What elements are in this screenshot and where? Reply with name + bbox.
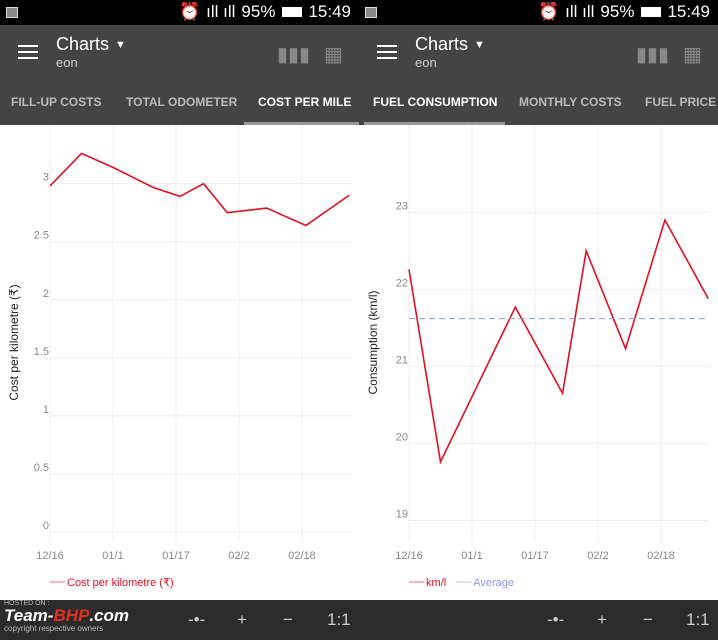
vehicle-name: eon bbox=[56, 55, 78, 70]
tab-cost-per-mile[interactable]: COST PER MILE bbox=[258, 95, 351, 109]
battery-text: 95% bbox=[241, 2, 276, 21]
y-tick-label: 0.5 bbox=[34, 462, 49, 474]
watermark: HOSTED ON : Team-BHP.com copyright respe… bbox=[4, 600, 129, 633]
y-tick-label: 1 bbox=[43, 404, 49, 416]
bar-chart-icon[interactable]: ▮▮▮ bbox=[636, 42, 669, 67]
x-tick-label: 02/18 bbox=[288, 550, 316, 562]
y-tick-label: 22 bbox=[396, 277, 408, 289]
alarm-icon: ⏰ bbox=[537, 2, 560, 21]
y-axis-label: Cost per kilometre (₹) bbox=[7, 284, 21, 400]
tab-bar: FILL-UP COSTS TOTAL ODOMETER COST PER MILE bbox=[0, 80, 359, 125]
y-tick-label: 2.5 bbox=[34, 230, 49, 242]
tab-bar: FUEL CONSUMPTION MONTHLY COSTS FUEL PRICE bbox=[359, 80, 718, 125]
series-line bbox=[408, 217, 709, 465]
menu-icon[interactable] bbox=[377, 45, 397, 59]
vehicle-name: eon bbox=[415, 55, 437, 70]
x-tick-label: 12/16 bbox=[395, 550, 423, 562]
y-tick-label: 20 bbox=[396, 431, 408, 443]
battery-text: 95% bbox=[600, 2, 635, 21]
battery-icon bbox=[282, 7, 303, 17]
series-line bbox=[49, 152, 350, 227]
right-screen: ⏰ ıll ıll 95% 15:49 Charts ▼ eon ▮▮▮ ▦ FUE… bbox=[359, 0, 718, 640]
app-title: Charts bbox=[415, 34, 469, 54]
y-axis-label: Consumption (km/l) bbox=[366, 290, 380, 394]
zoom-out-button[interactable]: − bbox=[643, 610, 653, 630]
legend-label: Average bbox=[473, 577, 514, 589]
x-tick-label: 01/1 bbox=[461, 550, 482, 562]
signal-icon: ıll ıll bbox=[565, 2, 595, 21]
dropdown-icon: ▼ bbox=[115, 39, 126, 52]
y-tick-label: 2 bbox=[43, 288, 49, 300]
chart: 12/16 01/1 01/17 02/2 02/18 19 20 21 22 23 Consump… bbox=[366, 125, 709, 589]
tab-fuel-consumption[interactable]: FUEL CONSUMPTION bbox=[373, 95, 497, 109]
fit-button[interactable]: -•- bbox=[547, 610, 564, 630]
reset-zoom-button[interactable]: 1:1 bbox=[686, 610, 710, 630]
fit-button[interactable]: -•- bbox=[188, 610, 205, 630]
app-bar: Charts ▼ eon ▮▮▮ ▦ bbox=[359, 25, 718, 80]
zoom-in-button[interactable]: + bbox=[237, 610, 247, 630]
battery-icon bbox=[641, 7, 662, 17]
clock: 15:49 bbox=[667, 2, 710, 21]
calendar-icon[interactable]: ▦ bbox=[683, 42, 702, 67]
alarm-icon: ⏰ bbox=[178, 2, 201, 21]
calendar-icon[interactable]: ▦ bbox=[324, 42, 343, 67]
bar-chart-icon[interactable]: ▮▮▮ bbox=[277, 42, 310, 67]
reset-zoom-button[interactable]: 1:1 bbox=[327, 610, 351, 630]
x-tick-label: 01/17 bbox=[521, 550, 549, 562]
x-tick-label: 02/18 bbox=[647, 550, 675, 562]
zoom-in-button[interactable]: + bbox=[597, 610, 607, 630]
tab-monthly-costs[interactable]: MONTHLY COSTS bbox=[519, 95, 622, 109]
dropdown-icon: ▼ bbox=[474, 39, 485, 52]
chart: 12/16 01/1 01/17 02/2 02/18 0 0.5 1 1.5 2 2.5 3 Cost… bbox=[7, 125, 352, 589]
status-bar: ⏰ ıll ıll 95% 15:49 bbox=[359, 0, 718, 25]
x-tick-label: 12/16 bbox=[36, 550, 64, 562]
x-tick-label: 01/17 bbox=[162, 550, 190, 562]
y-tick-label: 21 bbox=[396, 354, 408, 366]
x-tick-label: 01/1 bbox=[102, 550, 123, 562]
y-tick-label: 3 bbox=[43, 172, 49, 184]
x-tick-label: 02/2 bbox=[228, 550, 249, 562]
tab-total-odometer[interactable]: TOTAL ODOMETER bbox=[126, 95, 237, 109]
tab-fuel-price[interactable]: FUEL PRICE bbox=[645, 95, 716, 109]
tab-fill-up-costs[interactable]: FILL-UP COSTS bbox=[11, 95, 101, 109]
legend-label: km/l bbox=[426, 577, 446, 589]
status-bar: ⏰ ıll ıll 95% 15:49 bbox=[0, 0, 359, 25]
x-tick-label: 02/2 bbox=[587, 550, 608, 562]
legend-label: Cost per kilometre (₹) bbox=[67, 577, 174, 589]
watermark-copyright: copyright respective owners bbox=[4, 624, 104, 633]
y-tick-label: 19 bbox=[396, 508, 408, 520]
chart-selector[interactable]: Charts ▼ bbox=[415, 34, 485, 55]
gallery-icon bbox=[6, 7, 18, 18]
menu-icon[interactable] bbox=[18, 45, 38, 59]
y-tick-label: 23 bbox=[396, 200, 408, 212]
zoom-out-button[interactable]: − bbox=[283, 610, 293, 630]
signal-icon: ıll ıll bbox=[206, 2, 236, 21]
chart-selector[interactable]: Charts ▼ bbox=[56, 34, 126, 55]
gallery-icon bbox=[365, 7, 377, 18]
watermark-logo: Team-BHP.com bbox=[4, 606, 130, 625]
app-bar: Charts ▼ eon ▮▮▮ ▦ bbox=[0, 25, 359, 80]
app-title: Charts bbox=[56, 34, 110, 54]
clock: 15:49 bbox=[308, 2, 351, 21]
y-tick-label: 0 bbox=[43, 520, 49, 532]
left-screen: ⏰ ıll ıll 95% 15:49 Charts ▼ eon ▮▮▮ ▦ FIL… bbox=[0, 0, 359, 640]
y-tick-label: 1.5 bbox=[34, 346, 49, 358]
